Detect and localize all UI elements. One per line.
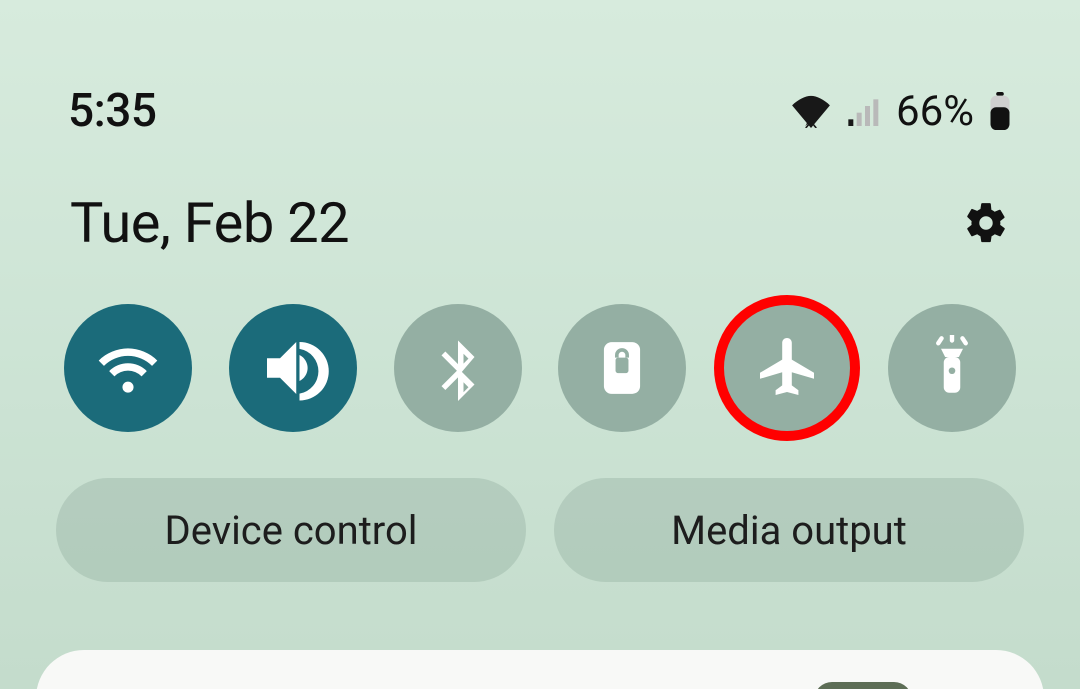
status-right: 66%: [788, 87, 1012, 136]
battery-icon: [988, 92, 1012, 130]
status-bar: 5:35 66%: [0, 0, 1080, 146]
lock-portrait-icon: [591, 337, 653, 399]
airplane-mode-toggle[interactable]: [723, 304, 851, 432]
wifi-toggle[interactable]: [64, 304, 192, 432]
settings-button[interactable]: [962, 199, 1010, 247]
sound-toggle[interactable]: [229, 304, 357, 432]
flashlight-toggle[interactable]: [888, 304, 1016, 432]
rotation-lock-toggle[interactable]: [558, 304, 686, 432]
device-control-label: Device control: [164, 507, 417, 554]
speaker-icon: [254, 329, 332, 407]
notification-thumbnail[interactable]: [814, 682, 912, 689]
wifi-signal-icon: [788, 94, 834, 128]
bluetooth-toggle[interactable]: [394, 304, 522, 432]
notification-card[interactable]: Screenshot saved 5:35 AM: [36, 650, 1044, 689]
secondary-controls-row: Device control Media output: [0, 432, 1080, 582]
date-label[interactable]: Tue, Feb 22: [70, 190, 349, 256]
wifi-icon: [91, 331, 165, 405]
media-output-label: Media output: [671, 507, 907, 554]
battery-percent: 66%: [896, 87, 974, 136]
media-output-button[interactable]: Media output: [554, 478, 1024, 582]
gear-icon: [963, 200, 1009, 246]
cellular-signal-icon: [848, 96, 882, 126]
flashlight-icon: [919, 335, 985, 401]
airplane-icon: [751, 332, 823, 404]
device-control-button[interactable]: Device control: [56, 478, 526, 582]
status-time: 5:35: [68, 84, 157, 138]
quick-toggles-row: [0, 290, 1080, 432]
panel-header: Tue, Feb 22: [0, 146, 1080, 290]
bluetooth-icon: [425, 335, 491, 401]
